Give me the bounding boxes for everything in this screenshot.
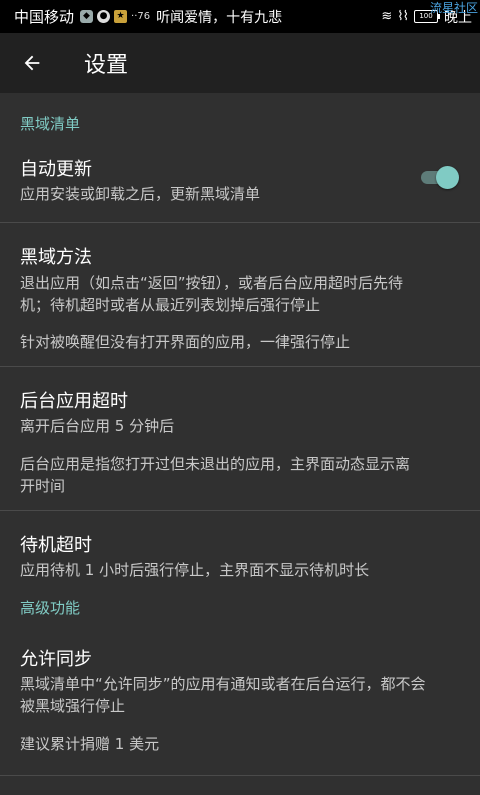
setting-note: 针对被唤醒但没有打开界面的应用，一律强行停止 (20, 333, 351, 351)
setting-summary-cont: 被黑域强行停止 (20, 697, 126, 715)
page-title: 设置 (84, 53, 129, 78)
settings-list: 黑域清单 自动更新 应用安装或卸载之后，更新黑域清单 黑域方法 退出应用（如点击… (0, 93, 480, 776)
section-header-blacklist: 黑域清单 (20, 115, 81, 133)
back-arrow-icon (24, 55, 40, 71)
setting-note: 后台应用是指您打开过但未退出的应用，主界面动态显示离 (20, 455, 411, 473)
shield-icon: ◆ (80, 10, 94, 23)
auto-update-toggle[interactable] (421, 166, 459, 189)
status-news-text: 听闻爱情，十有九悲 (156, 9, 283, 26)
setting-title: 黑域方法 (20, 247, 92, 268)
setting-standby-timeout[interactable]: 待机超时 应用待机 1 小时后强行停止，主界面不显示待机时长 (0, 511, 480, 589)
divider (0, 775, 480, 776)
setting-method[interactable]: 黑域方法 退出应用（如点击“返回”按钮），或者后台应用超时后先待 机；待机超时或… (0, 223, 480, 366)
wifi-icon: ≋ (381, 9, 392, 24)
status-icons: ◆ ● ★ (80, 10, 128, 23)
setting-title: 待机超时 (20, 535, 92, 556)
back-button[interactable] (0, 33, 64, 93)
setting-summary: 离开后台应用 5 分钟后 (20, 417, 175, 435)
setting-title: 后台应用超时 (20, 391, 128, 412)
setting-bg-timeout[interactable]: 后台应用超时 离开后台应用 5 分钟后 后台应用是指您打开过但未退出的应用，主界… (0, 367, 480, 510)
watermark-logo: 流星社区 (429, 1, 478, 15)
setting-summary: 退出应用（如点击“返回”按钮），或者后台应用超时后先待 (20, 274, 404, 292)
setting-title: 允许同步 (20, 649, 92, 670)
carrier-label: 中国移动 (14, 8, 75, 26)
section-header-advanced: 高级功能 (20, 599, 81, 617)
setting-allow-sync[interactable]: 允许同步 黑域清单中“允许同步”的应用有通知或者在后台运行，都不会 被黑域强行停… (0, 625, 480, 775)
setting-summary: 应用待机 1 小时后强行停止，主界面不显示待机时长 (20, 561, 370, 579)
setting-note-cont: 开时间 (20, 477, 66, 495)
setting-auto-update[interactable]: 自动更新 应用安装或卸载之后，更新黑域清单 (0, 135, 480, 222)
setting-title: 自动更新 (20, 159, 92, 180)
setting-summary: 黑域清单中“允许同步”的应用有通知或者在后台运行，都不会 (20, 675, 426, 693)
signal-wave-icon: ⌇⌇ (397, 9, 409, 24)
badge-icon: ★ (114, 10, 128, 23)
app-toolbar: 设置 (0, 33, 480, 93)
status-bar: 中国移动 ◆ ● ★ ··76 听闻爱情，十有九悲 ≋ ⌇⌇ 100 晚上 (0, 0, 480, 33)
setting-note: 建议累计捐赠 1 美元 (20, 735, 160, 753)
account-icon: ● (97, 10, 111, 23)
setting-summary: 应用安装或卸载之后，更新黑域清单 (20, 185, 261, 203)
setting-summary-cont: 机；待机超时或者从最近列表划掉后强行停止 (20, 296, 321, 314)
status-small-text: ··76 (131, 11, 151, 22)
